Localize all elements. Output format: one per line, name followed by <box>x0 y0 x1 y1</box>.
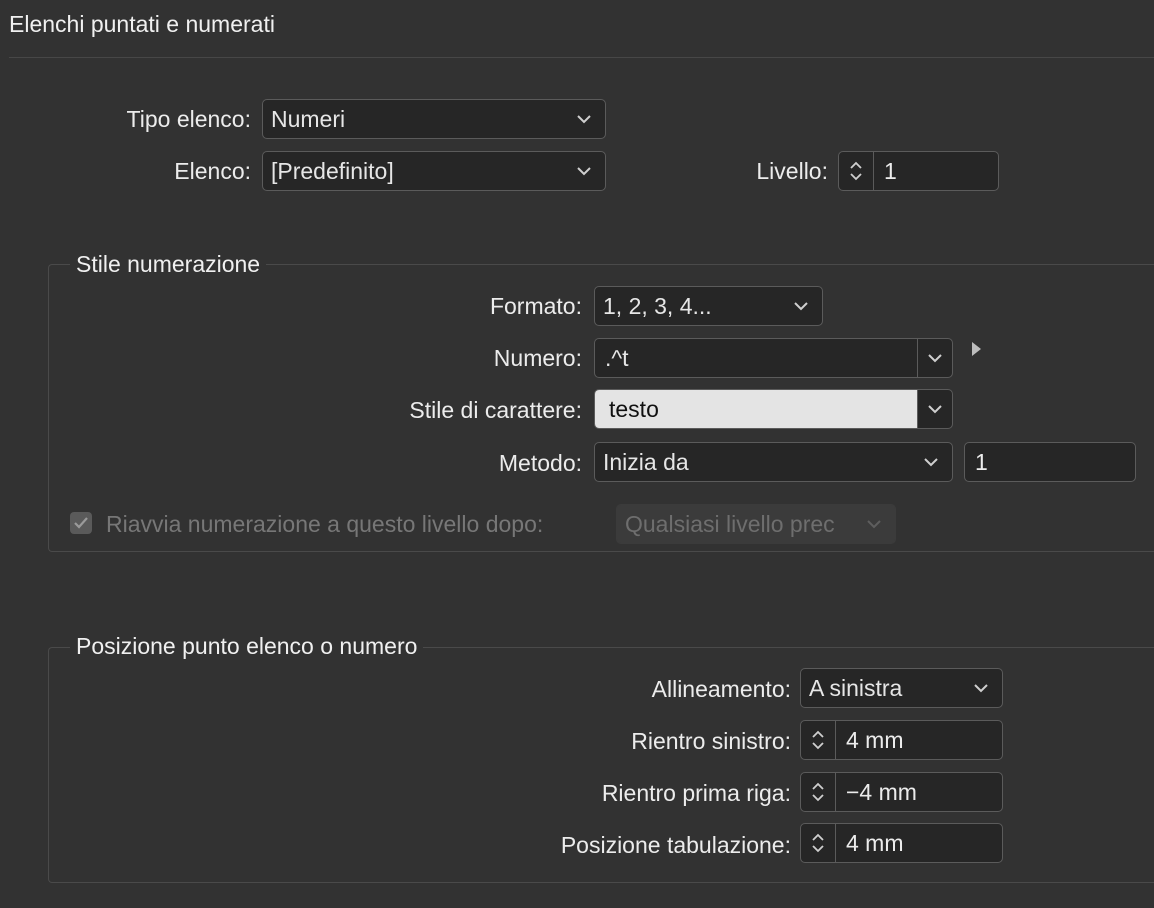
dialog-title: Elenchi puntati e numerati <box>9 11 275 37</box>
chevron-down-icon <box>573 111 595 127</box>
list-type-value: Numeri <box>271 105 346 132</box>
stepper-arrows-icon[interactable] <box>801 824 836 862</box>
number-combo[interactable]: .^t <box>594 338 953 378</box>
char-style-dropdown-button[interactable] <box>917 390 952 428</box>
chevron-down-icon <box>924 345 946 372</box>
char-style-combo[interactable]: testo <box>594 389 953 429</box>
left-indent-label: Rientro sinistro: <box>631 728 791 754</box>
number-dropdown-button[interactable] <box>917 339 952 377</box>
char-style-value[interactable]: testo <box>595 390 917 428</box>
stepper-arrows-icon[interactable] <box>839 152 874 190</box>
alignment-dropdown[interactable]: A sinistra <box>800 668 1003 708</box>
alignment-label: Allineamento: <box>651 676 791 702</box>
mode-label: Metodo: <box>498 450 582 476</box>
restart-numbering-label: Riavvia numerazione a questo livello dop… <box>106 511 544 537</box>
format-label: Formato: <box>489 293 582 319</box>
number-label: Numero: <box>493 345 582 371</box>
position-legend: Posizione punto elenco o numero <box>70 633 424 660</box>
list-type-label: Tipo elenco: <box>126 106 251 132</box>
restart-level-value: Qualsiasi livello prec <box>625 510 835 537</box>
tab-position-label: Posizione tabulazione: <box>560 832 791 858</box>
list-dropdown[interactable]: [Predefinito] <box>262 151 606 191</box>
first-line-indent-label: Rientro prima riga: <box>601 780 791 806</box>
chevron-down-icon <box>970 680 992 696</box>
format-value: 1, 2, 3, 4... <box>603 292 712 319</box>
title-divider <box>9 57 1154 58</box>
insert-special-char-arrow-icon[interactable] <box>972 342 981 356</box>
chevron-down-icon <box>573 163 595 179</box>
chevron-down-icon <box>863 516 885 532</box>
format-dropdown[interactable]: 1, 2, 3, 4... <box>594 286 823 326</box>
level-stepper[interactable]: 1 <box>838 151 999 191</box>
left-indent-value[interactable]: 4 mm <box>836 721 1002 759</box>
checkmark-icon <box>74 517 88 529</box>
chevron-down-icon <box>924 396 946 423</box>
restart-numbering-checkbox[interactable] <box>70 512 92 534</box>
char-style-label: Stile di carattere: <box>409 397 582 423</box>
level-value[interactable]: 1 <box>874 152 998 190</box>
stepper-arrows-icon[interactable] <box>801 773 836 811</box>
chevron-down-icon <box>790 298 812 314</box>
numbering-style-legend: Stile numerazione <box>70 251 267 278</box>
stepper-arrows-icon[interactable] <box>801 721 836 759</box>
alignment-value: A sinistra <box>809 674 903 701</box>
mode-dropdown[interactable]: Inizia da <box>594 442 953 482</box>
tab-position-value[interactable]: 4 mm <box>836 824 1002 862</box>
list-label: Elenco: <box>174 158 251 184</box>
restart-level-dropdown[interactable]: Qualsiasi livello prec <box>616 504 896 544</box>
level-label: Livello: <box>756 158 828 184</box>
first-line-indent-stepper[interactable]: −4 mm <box>800 772 1003 812</box>
chevron-down-icon <box>920 454 942 470</box>
start-at-input[interactable]: 1 <box>964 442 1136 482</box>
list-value: [Predefinito] <box>271 157 394 184</box>
number-input[interactable]: .^t <box>595 339 917 377</box>
mode-value: Inizia da <box>603 448 689 475</box>
tab-position-stepper[interactable]: 4 mm <box>800 823 1003 863</box>
left-indent-stepper[interactable]: 4 mm <box>800 720 1003 760</box>
first-line-indent-value[interactable]: −4 mm <box>836 773 1002 811</box>
list-type-dropdown[interactable]: Numeri <box>262 99 606 139</box>
